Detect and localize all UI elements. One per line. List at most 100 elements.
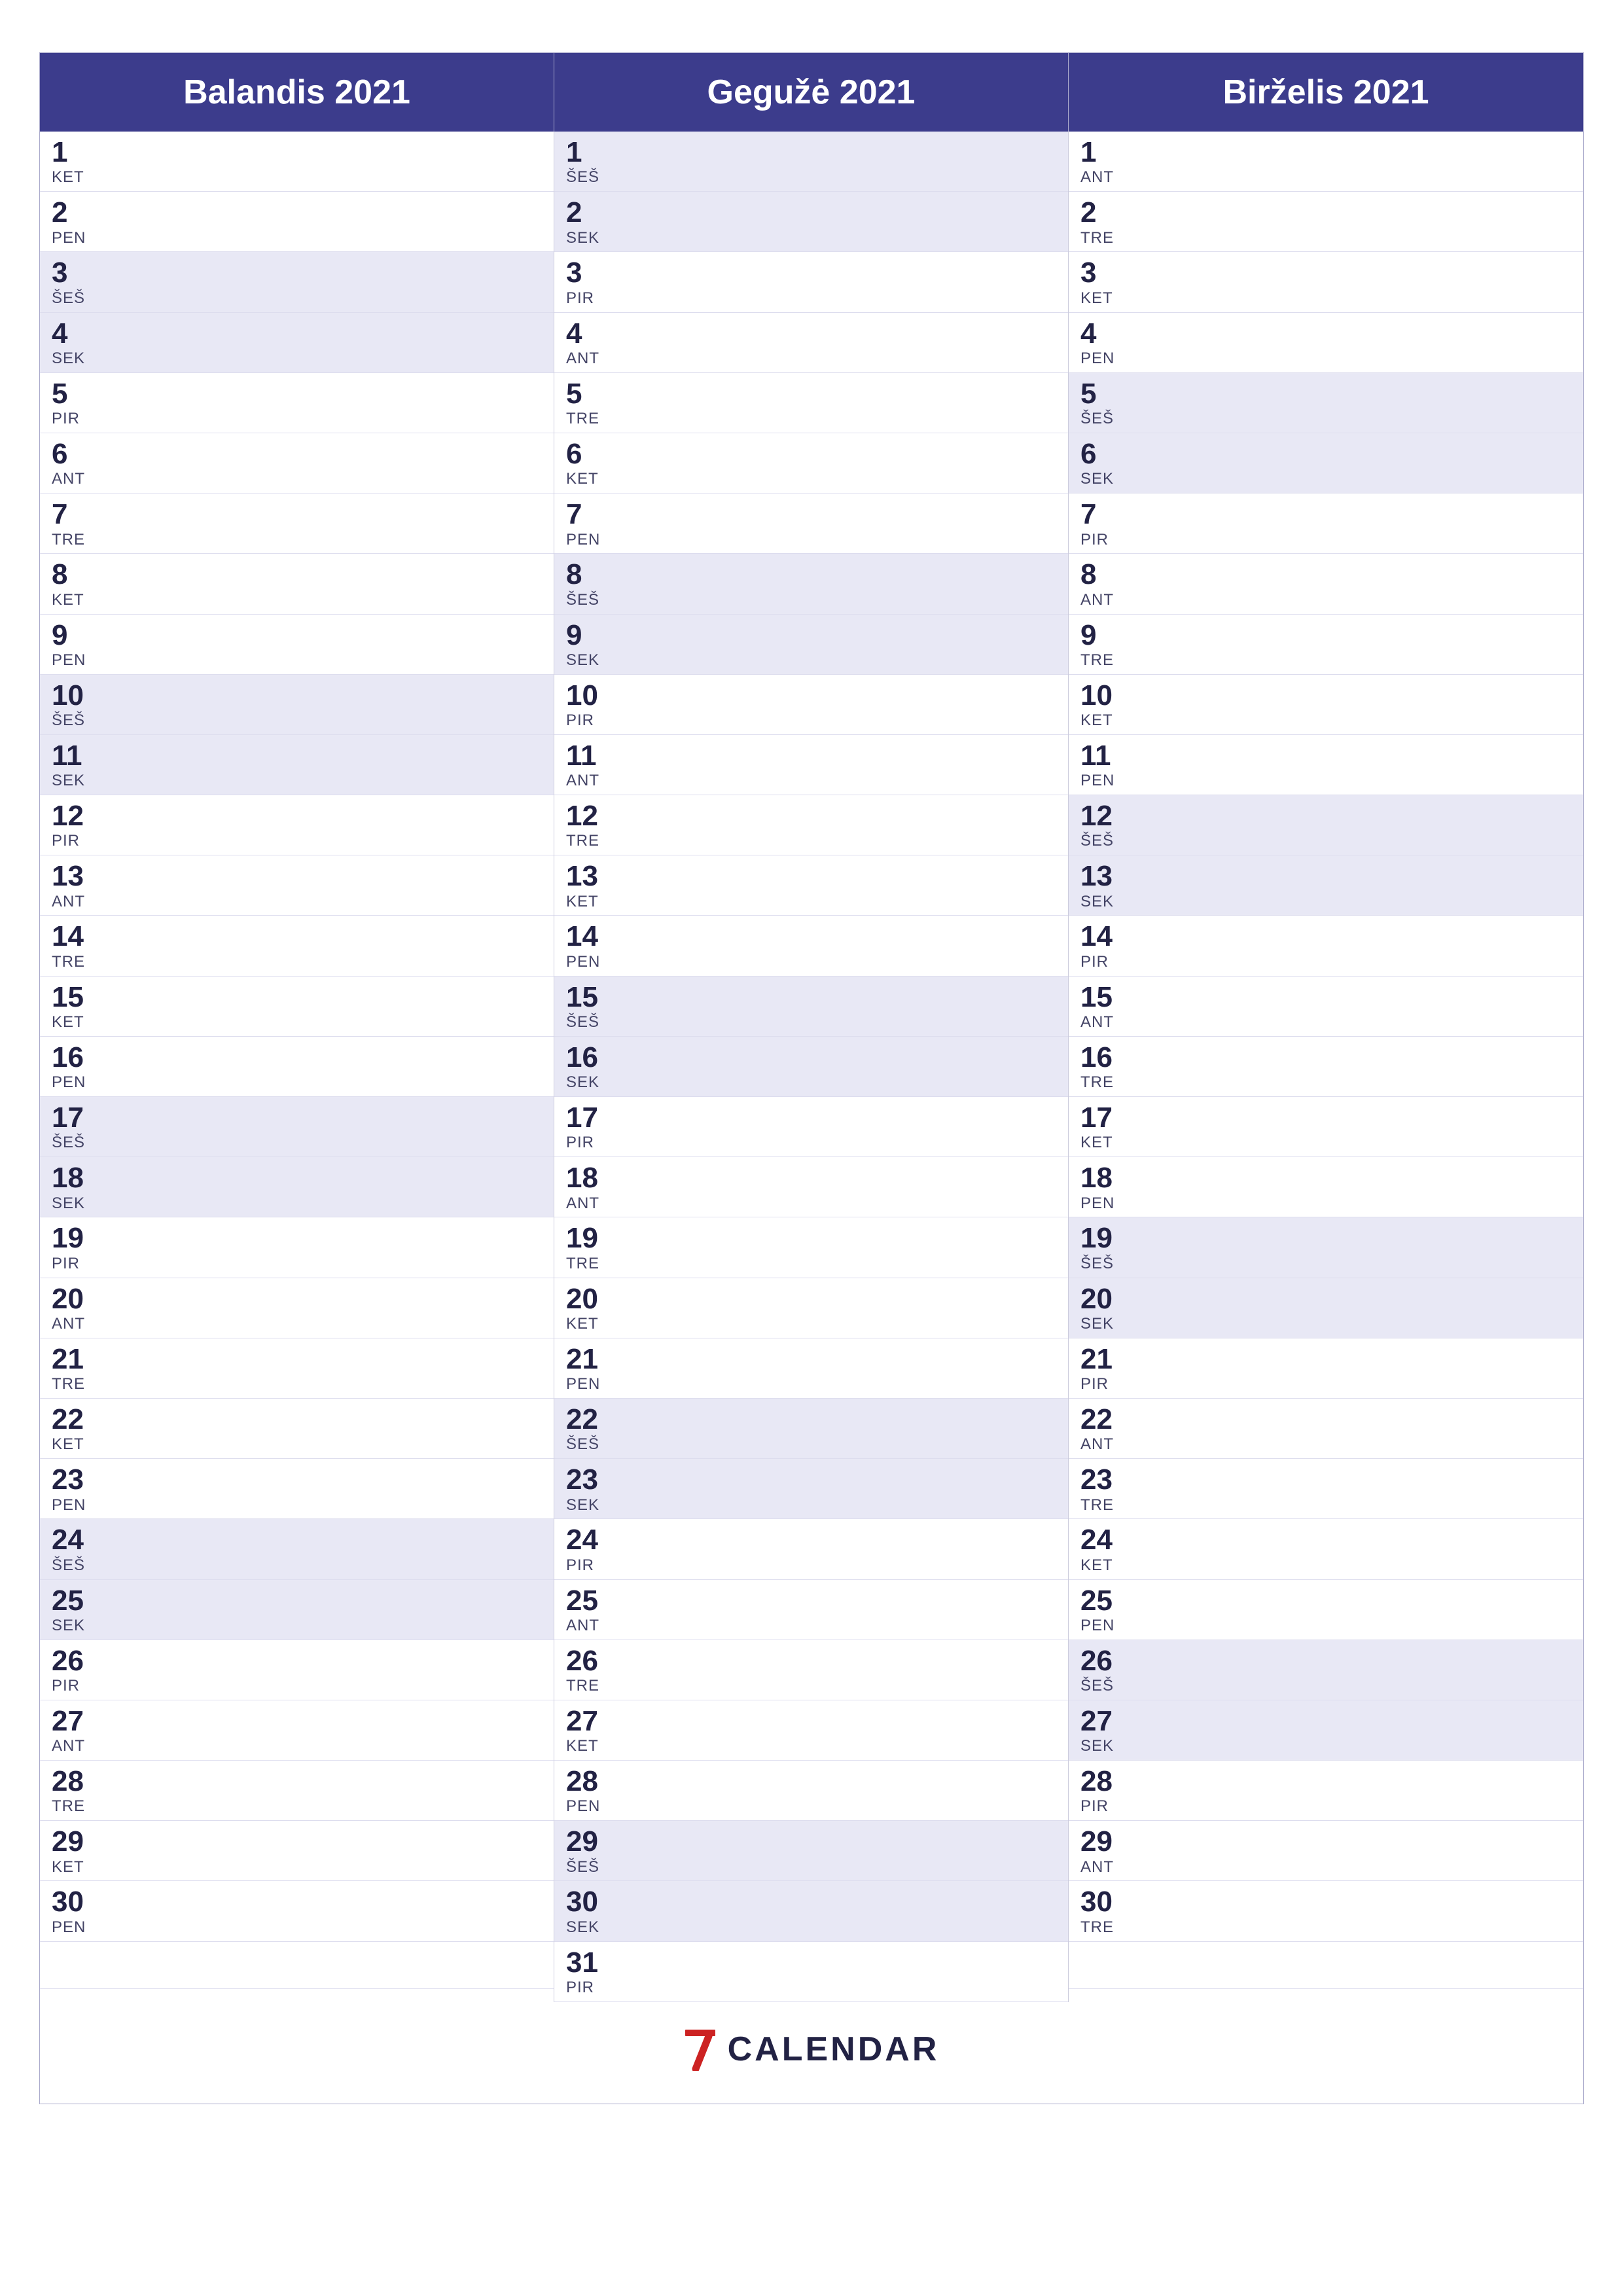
month-header-1: Gegužė 2021 xyxy=(554,53,1069,132)
day-number: 16 xyxy=(566,1042,1056,1073)
day-number: 7 xyxy=(1080,499,1571,530)
day-number: 20 xyxy=(52,1283,542,1315)
day-number: 14 xyxy=(52,921,542,952)
day-number: 12 xyxy=(1080,800,1571,832)
day-name: PIR xyxy=(1080,1375,1571,1394)
day-name: TRE xyxy=(1080,1073,1571,1092)
day-name: PIR xyxy=(52,410,542,429)
day-row: 24ŠEŠ xyxy=(40,1519,554,1579)
day-name: KET xyxy=(1080,1556,1571,1575)
day-number: 21 xyxy=(1080,1344,1571,1375)
day-name: PEN xyxy=(52,1496,542,1515)
day-number: 15 xyxy=(566,982,1056,1013)
day-number: 20 xyxy=(1080,1283,1571,1315)
day-number: 9 xyxy=(566,620,1056,651)
day-number: 11 xyxy=(566,740,1056,772)
day-number: 12 xyxy=(566,800,1056,832)
day-row: 11SEK xyxy=(40,735,554,795)
day-number: 1 xyxy=(1080,137,1571,168)
day-number: 25 xyxy=(1080,1585,1571,1617)
day-number: 26 xyxy=(566,1645,1056,1677)
day-row: 9PEN xyxy=(40,615,554,675)
day-row: 23SEK xyxy=(554,1459,1068,1519)
day-name: TRE xyxy=(52,1375,542,1394)
day-name: KET xyxy=(566,1737,1056,1756)
day-row: 9TRE xyxy=(1069,615,1583,675)
day-row: 13ANT xyxy=(40,855,554,916)
day-name: SEK xyxy=(566,1073,1056,1092)
day-number: 18 xyxy=(52,1162,542,1194)
day-name: PIR xyxy=(566,1556,1056,1575)
day-number: 29 xyxy=(566,1826,1056,1857)
day-name: ŠEŠ xyxy=(52,711,542,730)
day-name: ANT xyxy=(1080,1858,1571,1877)
day-name: PEN xyxy=(52,1918,542,1937)
day-row: 29ŠEŠ xyxy=(554,1821,1068,1881)
day-number: 11 xyxy=(1080,740,1571,772)
day-row: 30PEN xyxy=(40,1881,554,1941)
day-row: 16TRE xyxy=(1069,1037,1583,1097)
day-name: ANT xyxy=(566,1617,1056,1636)
day-name: TRE xyxy=(566,1255,1056,1274)
day-number: 25 xyxy=(52,1585,542,1617)
day-name: TRE xyxy=(52,1797,542,1816)
day-name: PEN xyxy=(1080,350,1571,368)
day-name: SEK xyxy=(52,1617,542,1636)
day-row: 17PIR xyxy=(554,1097,1068,1157)
day-row: 28PIR xyxy=(1069,1761,1583,1821)
day-number: 8 xyxy=(52,559,542,590)
day-name: SEK xyxy=(52,350,542,368)
day-row: 2SEK xyxy=(554,192,1068,252)
day-row: 14PEN xyxy=(554,916,1068,976)
footer-logo: CALENDAR xyxy=(684,2028,940,2071)
day-row: 4PEN xyxy=(1069,313,1583,373)
day-number: 2 xyxy=(1080,197,1571,228)
day-number: 27 xyxy=(566,1706,1056,1737)
day-name: ŠEŠ xyxy=(1080,1255,1571,1274)
day-number: 17 xyxy=(1080,1102,1571,1134)
day-number: 7 xyxy=(52,499,542,530)
day-number: 10 xyxy=(1080,680,1571,711)
day-name: PEN xyxy=(1080,1194,1571,1213)
day-row: 22KET xyxy=(40,1399,554,1459)
day-name: PIR xyxy=(52,1255,542,1274)
day-number: 23 xyxy=(1080,1464,1571,1496)
day-name: ANT xyxy=(566,1194,1056,1213)
day-number: 1 xyxy=(566,137,1056,168)
day-number: 22 xyxy=(1080,1404,1571,1435)
day-row: 26PIR xyxy=(40,1640,554,1700)
day-number: 24 xyxy=(52,1524,542,1556)
day-number: 9 xyxy=(1080,620,1571,651)
day-row: 21PIR xyxy=(1069,1338,1583,1399)
day-row: 24PIR xyxy=(554,1519,1068,1579)
day-row: 18PEN xyxy=(1069,1157,1583,1217)
day-name: TRE xyxy=(566,410,1056,429)
day-name: TRE xyxy=(52,531,542,550)
day-row: 24KET xyxy=(1069,1519,1583,1579)
day-row: 22ANT xyxy=(1069,1399,1583,1459)
day-number: 13 xyxy=(1080,861,1571,892)
day-name: KET xyxy=(52,1858,542,1877)
day-row: 23TRE xyxy=(1069,1459,1583,1519)
day-number: 14 xyxy=(1080,921,1571,952)
day-name: TRE xyxy=(566,1677,1056,1696)
month-header-0: Balandis 2021 xyxy=(40,53,554,132)
day-row: 26TRE xyxy=(554,1640,1068,1700)
day-number: 30 xyxy=(566,1886,1056,1918)
day-row: 19ŠEŠ xyxy=(1069,1217,1583,1278)
month-header-2: Birželis 2021 xyxy=(1069,53,1583,132)
day-number: 28 xyxy=(566,1766,1056,1797)
day-number: 1 xyxy=(52,137,542,168)
day-name: ŠEŠ xyxy=(566,1013,1056,1032)
day-number: 25 xyxy=(566,1585,1056,1617)
day-number: 10 xyxy=(52,680,542,711)
day-row: 16PEN xyxy=(40,1037,554,1097)
day-number: 24 xyxy=(566,1524,1056,1556)
day-name: SEK xyxy=(566,1496,1056,1515)
day-name: ANT xyxy=(566,350,1056,368)
day-row: 27KET xyxy=(554,1700,1068,1761)
day-row: 17ŠEŠ xyxy=(40,1097,554,1157)
footer-logo-text: CALENDAR xyxy=(728,2030,940,2069)
day-name: ANT xyxy=(1080,1013,1571,1032)
day-number: 14 xyxy=(566,921,1056,952)
